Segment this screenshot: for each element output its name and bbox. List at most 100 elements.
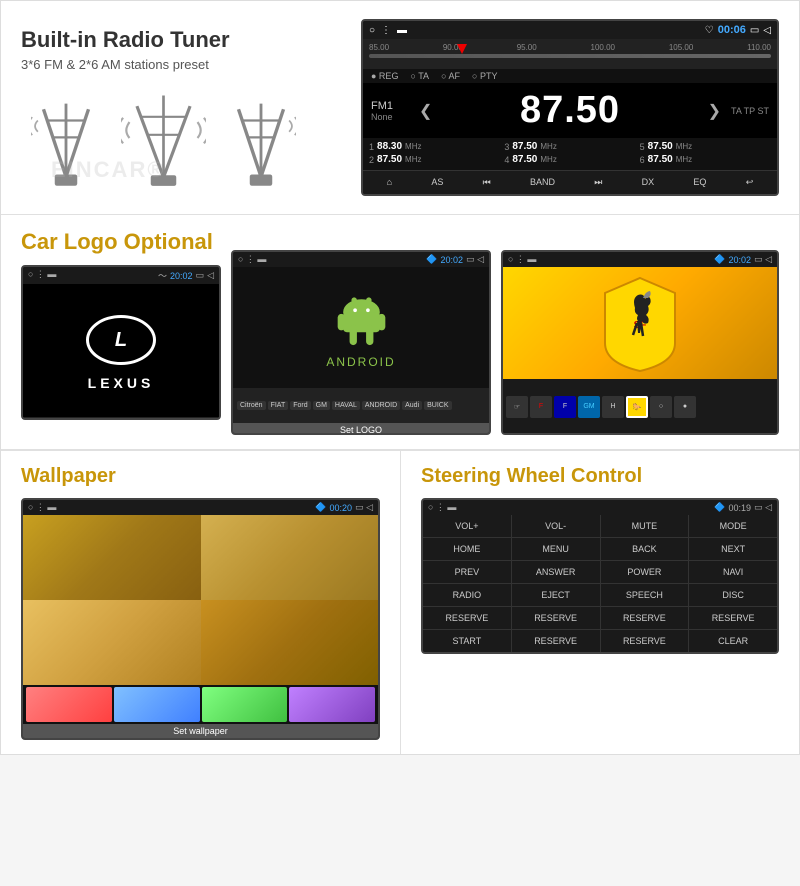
radio-opt-reg[interactable]: ● REG — [371, 71, 398, 81]
gm-box: GM — [578, 396, 600, 418]
btn-reserve-1[interactable]: RESERVE — [423, 607, 511, 629]
ctrl-dx[interactable]: DX — [638, 175, 659, 190]
wp-grid — [23, 515, 378, 685]
btn-radio[interactable]: RADIO — [423, 584, 511, 606]
radio-label: FM1 None — [371, 100, 411, 122]
btn-answer[interactable]: ANSWER — [512, 561, 600, 583]
citroen-chip: Citroën — [237, 401, 266, 410]
btn-reserve-3[interactable]: RESERVE — [601, 607, 689, 629]
wallpaper-title: Wallpaper — [21, 465, 380, 488]
ctrl-band[interactable]: BAND — [526, 175, 559, 190]
preset-2[interactable]: 2 87.50 MHz — [369, 154, 500, 165]
btn-mode[interactable]: MODE — [689, 515, 777, 537]
radio-section: Built-in Radio Tuner 3*6 FM & 2*6 AM sta… — [1, 1, 799, 215]
wp-thumb-4[interactable] — [289, 687, 375, 722]
radio-controls: ⌂ AS ⏮ BAND ⏭ DX EQ ↩ — [363, 170, 777, 194]
wp-tile-3 — [23, 600, 201, 685]
haval-box: H — [602, 396, 624, 418]
radio-screen: ○ ⋮ ▬ ♡ 00:06 ▭ ◁ 85.00 90.00 95.00 100.… — [361, 19, 779, 196]
ford-box: F — [554, 396, 576, 418]
extra-box-1: ○ — [650, 396, 672, 418]
preset-1[interactable]: 1 88.30 MHz — [369, 141, 500, 152]
steering-section: Steering Wheel Control ○ ⋮ ▬ 🔷 00:19 ▭ ◁… — [401, 451, 799, 754]
ctrl-prev[interactable]: ⏮ — [479, 175, 495, 190]
android-set-logo[interactable]: Set LOGO — [233, 423, 489, 435]
freq-line — [369, 54, 771, 58]
wp-tile-4 — [201, 600, 379, 685]
freq-marker — [457, 44, 467, 54]
radio-options[interactable]: ● REG ○ TA ○ AF ○ PTY — [363, 69, 777, 83]
btn-eject[interactable]: EJECT — [512, 584, 600, 606]
btn-reserve-5[interactable]: RESERVE — [512, 630, 600, 652]
btn-menu[interactable]: MENU — [512, 538, 600, 560]
btn-reserve-2[interactable]: RESERVE — [512, 607, 600, 629]
ferrari-screen-container: ○ ⋮ ▬ 🔷 20:02 ▭ ◁ SF — [501, 250, 779, 435]
wp-tile-1 — [23, 515, 201, 600]
antenna-area: EINCAR® — [21, 88, 341, 188]
extra-box-2: ● — [674, 396, 696, 418]
heart-icon: ♡ — [705, 25, 714, 36]
btn-clear[interactable]: CLEAR — [689, 630, 777, 652]
haval-chip: HAVAL — [332, 401, 360, 410]
btn-vol-minus[interactable]: VOL- — [512, 515, 600, 537]
battery-icon: ▭ — [750, 25, 759, 36]
btn-reserve-6[interactable]: RESERVE — [601, 630, 689, 652]
fiat-chip: FIAT — [268, 401, 289, 410]
radio-left: Built-in Radio Tuner 3*6 FM & 2*6 AM sta… — [21, 27, 341, 188]
lexus-oval: L — [86, 315, 156, 365]
radio-opt-af[interactable]: ○ AF — [441, 71, 460, 81]
ferrari-logo-strip: ☞ F F GM H 🐎 ○ ● — [503, 379, 777, 434]
ctrl-as[interactable]: AS — [427, 175, 447, 190]
ferrari-set-logo[interactable]: Set LOGO — [503, 434, 777, 435]
wp-signal: 🔷 — [315, 502, 326, 513]
radio-time: 00:06 — [718, 24, 746, 36]
main-container: Built-in Radio Tuner 3*6 FM & 2*6 AM sta… — [0, 0, 800, 755]
ctrl-home[interactable]: ⌂ — [383, 175, 396, 190]
lexus-brand-text: LEXUS — [88, 375, 155, 391]
antenna-icon-2 — [121, 88, 206, 188]
btn-power[interactable]: POWER — [601, 561, 689, 583]
android-screen-container: ○ ⋮ ▬ 🔷 20:02 ▭ ◁ — [231, 250, 491, 435]
antenna-icon-3 — [226, 98, 296, 188]
btn-vol-plus[interactable]: VOL+ — [423, 515, 511, 537]
buick-chip: BUICK — [424, 401, 451, 410]
btn-speech[interactable]: SPEECH — [601, 584, 689, 606]
btn-home[interactable]: HOME — [423, 538, 511, 560]
radio-presets: 1 88.30 MHz 3 87.50 MHz 5 87.50 MHz — [363, 138, 777, 170]
wp-thumb-2[interactable] — [114, 687, 200, 722]
preset-4[interactable]: 4 87.50 MHz — [504, 154, 635, 165]
logo-section: Car Logo Optional ○ ⋮ ▬ 〜 20:02 ▭ ◁ — [1, 215, 799, 450]
ctrl-next[interactable]: ⏭ — [590, 175, 606, 190]
lexus-top-left: ○ ⋮ ▬ — [28, 269, 56, 282]
ctrl-back[interactable]: ↩ — [742, 175, 758, 190]
android-chip: ANDROID — [362, 401, 400, 410]
radio-topbar: ○ ⋮ ▬ ♡ 00:06 ▭ ◁ — [363, 21, 777, 39]
btn-navi[interactable]: NAVI — [689, 561, 777, 583]
ferrari-box-selected: 🐎 — [626, 396, 648, 418]
btn-disc[interactable]: DISC — [689, 584, 777, 606]
btn-start[interactable]: START — [423, 630, 511, 652]
btn-prev[interactable]: PREV — [423, 561, 511, 583]
radio-opt-pty[interactable]: ○ PTY — [472, 71, 497, 81]
preset-6[interactable]: 6 87.50 MHz — [640, 154, 771, 165]
steering-time: 00:19 — [729, 503, 752, 513]
wp-thumb-3[interactable] — [202, 687, 288, 722]
btn-mute[interactable]: MUTE — [601, 515, 689, 537]
btn-reserve-4[interactable]: RESERVE — [689, 607, 777, 629]
radio-opt-ta[interactable]: ○ TA — [410, 71, 429, 81]
preset-3[interactable]: 3 87.50 MHz — [504, 141, 635, 152]
preset-5[interactable]: 5 87.50 MHz — [640, 141, 771, 152]
prev-arrow[interactable]: ❮ — [419, 101, 432, 121]
next-arrow[interactable]: ❯ — [708, 101, 721, 121]
wp-thumb-1[interactable] — [26, 687, 112, 722]
android-wifi: 🔷 — [426, 254, 437, 265]
btn-back[interactable]: BACK — [601, 538, 689, 560]
android-car-strip: Citroën FIAT Ford GM HAVAL ANDROID Audi … — [233, 388, 489, 423]
gm-chip: GM — [313, 401, 330, 410]
ctrl-eq[interactable]: EQ — [689, 175, 710, 190]
android-brand-text: ANDROID — [326, 355, 395, 369]
audi-chip: Audi — [402, 401, 422, 410]
btn-next[interactable]: NEXT — [689, 538, 777, 560]
radio-subtitle: 3*6 FM & 2*6 AM stations preset — [21, 57, 341, 72]
wp-set-wallpaper[interactable]: Set wallpaper — [23, 724, 378, 738]
